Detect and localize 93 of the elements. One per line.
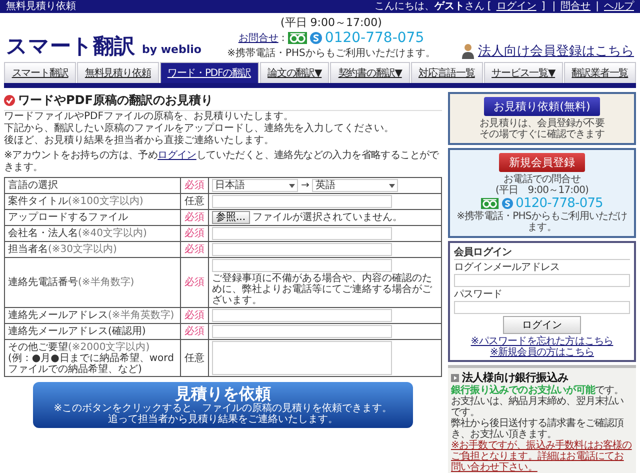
- field-label: 担当者名(※30文字以内): [8, 244, 117, 255]
- corporate-signup-link[interactable]: 法人向け会員登録はこちら: [478, 42, 634, 60]
- requirement-label: 任意: [184, 196, 204, 207]
- estimate-info: その場ですぐに確認できます: [480, 129, 604, 140]
- requirement-label: 必須: [184, 244, 204, 255]
- login-link[interactable]: ログイン: [158, 150, 196, 161]
- input-field[interactable]: [212, 259, 392, 272]
- nav-tab[interactable]: 対応言語一覧: [410, 62, 483, 83]
- input-field[interactable]: [212, 195, 392, 208]
- field-label: アップロードするファイル: [8, 212, 128, 223]
- phone-note: ※携帯電話・PHSからもご利用いただけます。: [227, 46, 436, 60]
- top-link[interactable]: ヘルプ: [604, 0, 634, 13]
- round-badge-icon: [310, 32, 322, 44]
- contact-link[interactable]: お問合せ: [238, 31, 278, 45]
- bank-transfer-text: 銀行振り込みでのお支払いが可能です。: [451, 385, 625, 396]
- login-help-link[interactable]: ※新規会員の方はこちら: [490, 347, 594, 358]
- field-label: 言語の選択: [8, 180, 58, 191]
- account-note: ※アカウントをお持ちの方は、予めログイン していただくと、連絡先などの入力を省略することができます。: [4, 150, 440, 174]
- requirement-label: 必須: [184, 180, 204, 191]
- separator: |: [596, 0, 599, 13]
- nav-tab[interactable]: 論文の翻訳▼: [260, 62, 330, 83]
- email-field[interactable]: [454, 274, 630, 287]
- greeting-text: こんにちは、ゲストさん [: [374, 0, 492, 13]
- request-estimate-button[interactable]: 見積りを依頼 ※このボタンをクリックすると、ファイルの原稿の見積りを依頼できます。 追って担当者から見積り結果をご連絡いたします。: [33, 382, 413, 428]
- input-field[interactable]: [212, 227, 392, 240]
- bank-transfer-text: 弊社から後日送付する請求書をご確認頂き、お支払い頂きます。: [451, 418, 625, 440]
- field-hint: ご登録事項に不備がある場合や、内容の確認のために、弊社よりお電話等にてご連絡する場合がございます。: [212, 273, 433, 306]
- freedial-icon: [481, 198, 499, 209]
- requirement-label: 必須: [184, 228, 204, 239]
- browse-button[interactable]: 参照...: [212, 211, 250, 224]
- requirement-label: 必須: [184, 310, 204, 321]
- signup-button[interactable]: 新規会員登録: [499, 153, 585, 172]
- top-link[interactable]: 問合せ: [560, 0, 591, 13]
- requirement-label: 必須: [184, 326, 204, 337]
- login-help-link[interactable]: ※パスワードを忘れた方はこちら: [470, 336, 614, 347]
- free-estimate-button[interactable]: お見積り依頼(無料): [484, 97, 600, 116]
- input-field[interactable]: [212, 243, 392, 256]
- fee-note: ※お手数ですが、振込み手数料はお客様のご負担となります。詳細はお電話にてお問い合わせ下さい。: [451, 440, 633, 473]
- site-logo[interactable]: スマート翻訳: [6, 32, 135, 60]
- freedial-icon: [288, 32, 307, 44]
- phone-number: 0120-778-075: [324, 30, 424, 46]
- field-label: 会社名・法人名(※40文字以内): [8, 228, 147, 239]
- login-title: 会員ログイン: [454, 245, 630, 260]
- textarea-field[interactable]: [212, 341, 392, 375]
- caret-icon: [289, 184, 295, 188]
- file-status: ファイルが選択されていません。: [252, 212, 403, 223]
- intro-text: 後ほど、お見積り結果を担当者から直接ご連絡いたします。: [4, 135, 275, 147]
- greeting-text: ]: [541, 0, 546, 13]
- free-estimate-link[interactable]: 無料見積り依頼: [6, 0, 76, 13]
- top-link[interactable]: ログイン: [496, 0, 536, 13]
- requirement-label: 任意: [184, 352, 204, 364]
- requirement-label: 必須: [184, 277, 204, 288]
- colon-text: :: [281, 32, 285, 44]
- field-label: 連絡先電話番号(※半角数字): [8, 277, 134, 288]
- business-hours: (平日 9:00～17:00): [280, 15, 382, 30]
- field-example: (例：●月●日までに納品希望、word ファイルでの納品希望、など): [8, 352, 175, 374]
- nav-tab[interactable]: サービス一覧▼: [484, 62, 563, 83]
- phone-info: (平日 9:00～17:00): [495, 185, 589, 196]
- page-title: ワードやPDF原稿の翻訳のお見積り: [18, 92, 213, 109]
- phone-number: 0120-778-075: [516, 196, 603, 211]
- field-label: その他ご要望(※2000文字以内): [8, 342, 150, 352]
- intro-text: ワードファイルやPDFファイルの原稿を、お見積りいたします。: [4, 111, 294, 122]
- input-field[interactable]: [212, 325, 392, 338]
- source-language-select[interactable]: 日本語: [212, 179, 298, 192]
- caret-icon: [389, 184, 396, 188]
- field-label: 案件タイトル(※100文字以内): [8, 196, 144, 207]
- nav-tab[interactable]: スマート翻訳: [4, 62, 76, 83]
- bank-transfer-text: お支払いは、納品月末締め、翌月末払いです。: [451, 396, 625, 418]
- field-label: 連絡先メールアドレス(確認用): [8, 326, 146, 337]
- target-language-select[interactable]: 英語: [312, 179, 398, 192]
- nav-tab[interactable]: 翻訳業者一覧: [564, 62, 636, 83]
- round-badge-icon: [502, 198, 513, 209]
- estimate-info: お見積りは、会員登録が不要: [480, 118, 604, 129]
- email-label: ログインメールアドレス: [454, 261, 561, 274]
- phone-note: ※携帯電話・PHSからもご利用いただけます。: [456, 211, 628, 233]
- requirement-label: 必須: [184, 212, 204, 223]
- square-bullet-icon: [451, 374, 459, 382]
- logo-byline: by weblio: [142, 43, 202, 56]
- phone-info: お電話での問合せ: [504, 174, 580, 185]
- intro-text: 下記から、翻訳したい原稿のファイルをアップロードし、連絡先を入力してください。: [4, 123, 395, 134]
- input-field[interactable]: [212, 309, 392, 322]
- separator: |: [552, 0, 556, 13]
- nav-tab[interactable]: 無料見積り依頼: [77, 62, 159, 83]
- field-label: 連絡先メールアドレス(※半角英数字): [8, 310, 174, 321]
- nav-tab[interactable]: ワード・PDFの翻訳: [160, 62, 259, 83]
- bank-transfer-title: 法人様向け銀行振込み: [462, 370, 568, 384]
- person-icon: [461, 43, 475, 59]
- password-field[interactable]: [454, 301, 630, 314]
- password-label: パスワード: [454, 288, 504, 301]
- nav-tab[interactable]: 契約書の翻訳▼: [330, 62, 410, 83]
- login-button[interactable]: ログイン: [503, 316, 581, 334]
- arrow-text: →: [301, 180, 310, 191]
- check-icon: [4, 95, 15, 106]
